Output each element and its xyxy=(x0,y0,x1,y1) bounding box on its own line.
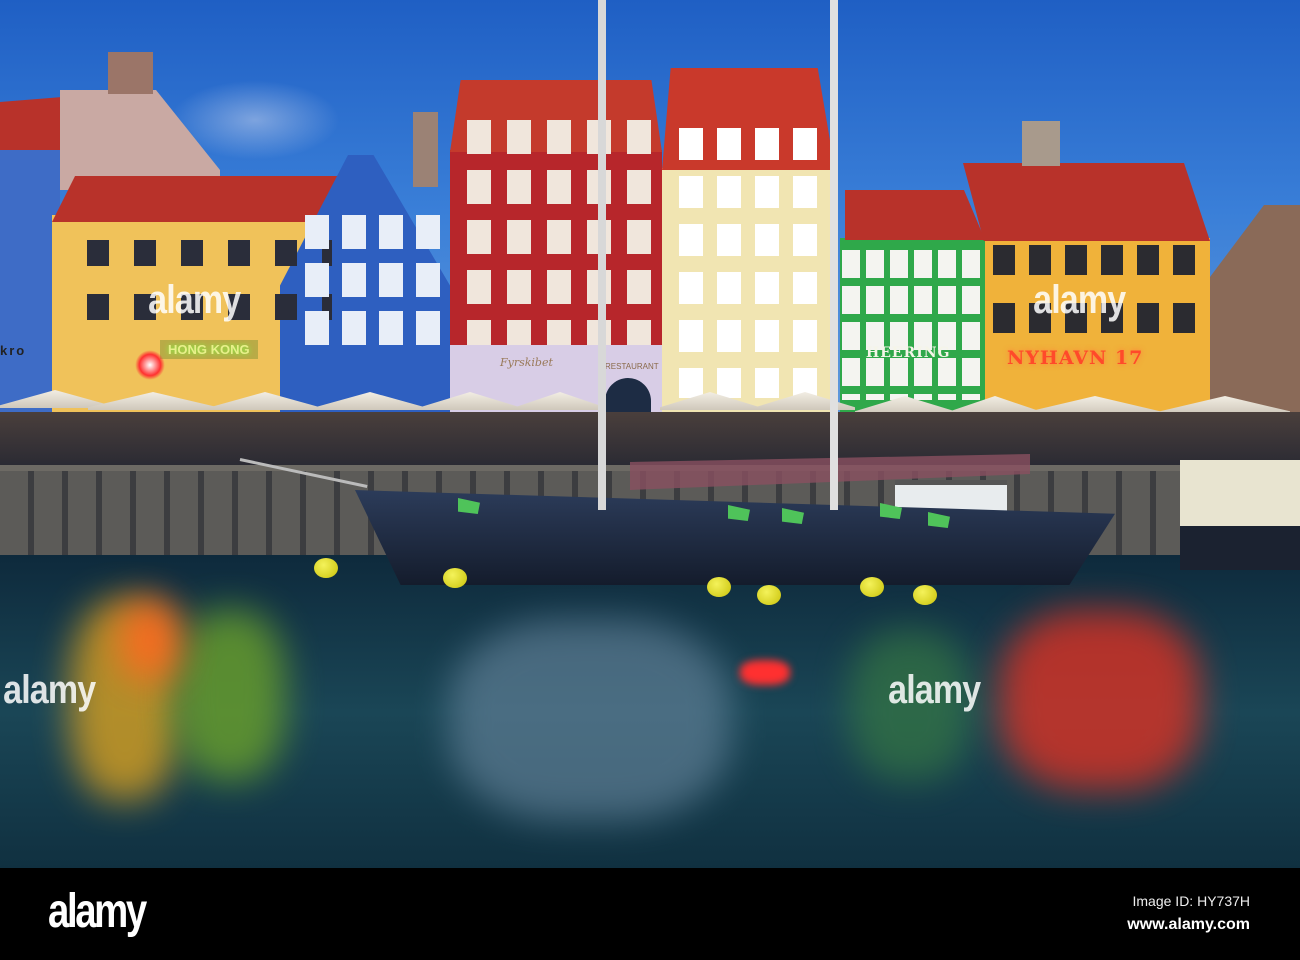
sign-kro: kro xyxy=(0,343,27,358)
sign-hong-kong: HONG KONG xyxy=(160,340,258,359)
sign-heering: HEERING xyxy=(866,345,951,361)
windows xyxy=(840,250,980,400)
reflection-green xyxy=(175,610,285,780)
watermark: alamy xyxy=(888,668,981,712)
reflection-red xyxy=(1000,610,1200,790)
sign-fyrskibet: Fyrskibet xyxy=(500,356,553,369)
terrace xyxy=(0,412,1300,467)
footer-bar xyxy=(0,868,1300,960)
alamy-url: www.alamy.com xyxy=(1127,916,1250,933)
neon-red-light xyxy=(135,350,165,380)
moored-boat-right xyxy=(1180,460,1300,570)
chimney xyxy=(1022,121,1060,166)
watermark: alamy xyxy=(148,278,241,322)
buoy xyxy=(707,577,731,597)
reflection-pale xyxy=(450,620,730,820)
chimney xyxy=(108,52,153,94)
buoy xyxy=(913,585,937,605)
reflection-orange xyxy=(120,600,180,680)
sign-restaurant: RESTAURANT xyxy=(605,362,659,371)
watermark: alamy xyxy=(3,668,96,712)
roof-green xyxy=(845,190,985,240)
chimney xyxy=(413,112,438,187)
windows xyxy=(665,128,835,398)
roof-orange xyxy=(963,163,1210,241)
reflection-red-small xyxy=(740,660,790,685)
sign-nyhavn-17: NYHAVN 17 xyxy=(1007,347,1144,369)
buoy xyxy=(314,558,338,578)
buoy xyxy=(860,577,884,597)
buoy xyxy=(757,585,781,605)
buoy xyxy=(443,568,467,588)
mast xyxy=(598,0,606,510)
windows xyxy=(455,120,660,345)
image-id: Image ID: HY737H xyxy=(1132,893,1251,909)
alamy-logo: alamy xyxy=(48,885,147,938)
windows xyxy=(295,215,445,350)
watermark: alamy xyxy=(1033,278,1126,322)
mast xyxy=(830,0,838,510)
